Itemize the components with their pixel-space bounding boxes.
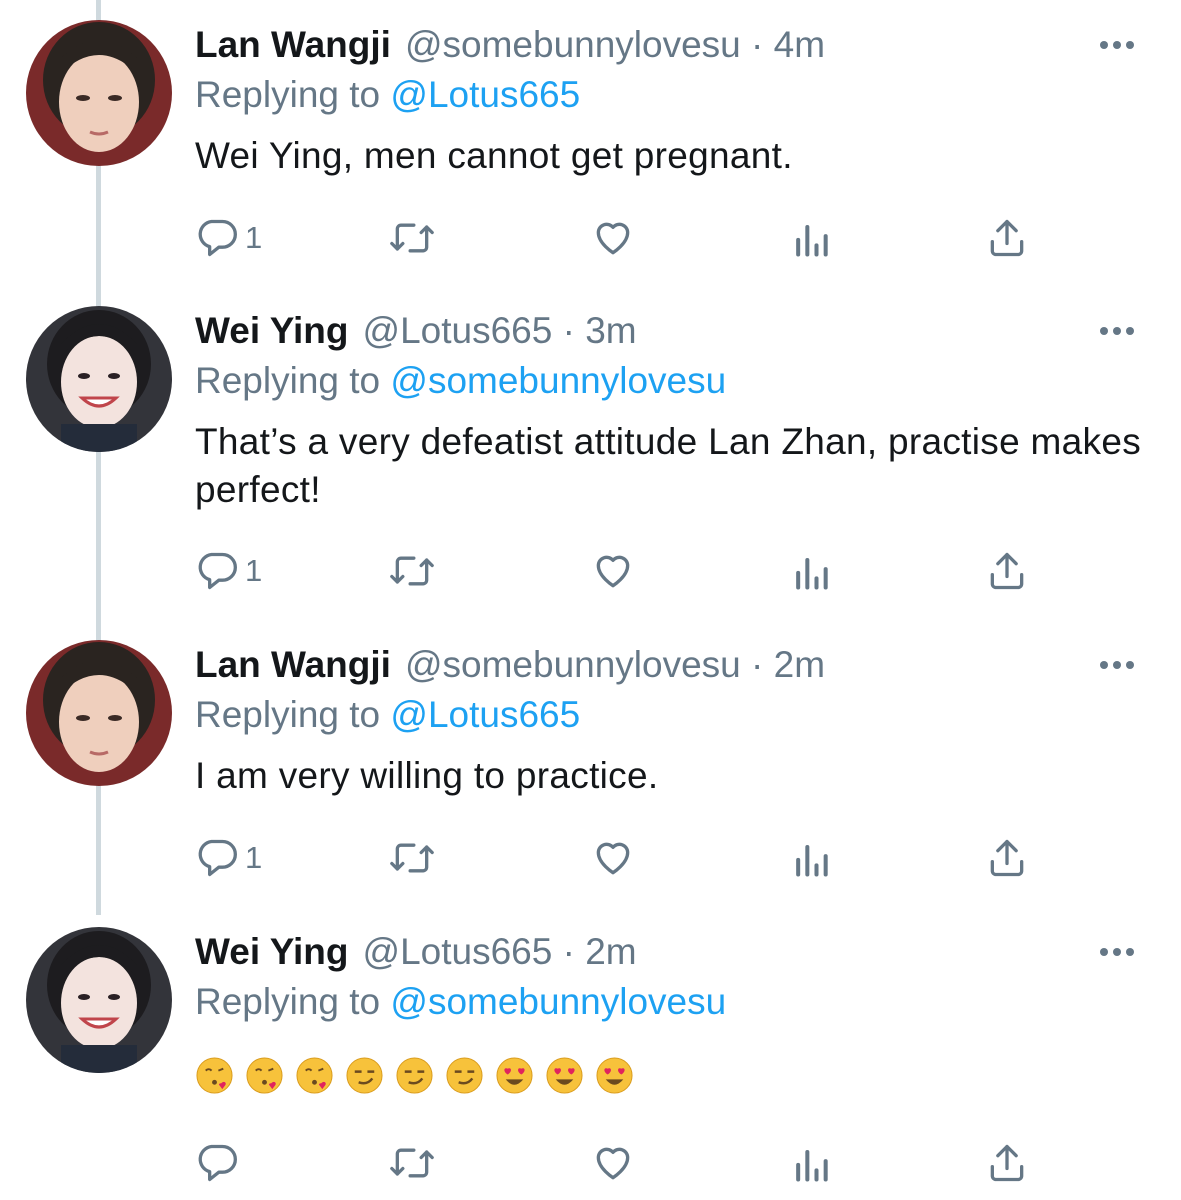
views-button[interactable] <box>791 213 831 263</box>
heart-icon <box>596 842 630 875</box>
replying-to: Replying to @Lotus665 <box>195 70 580 120</box>
replying-to: Replying to @somebunnylovesu <box>195 356 726 406</box>
reply-button[interactable]: 1 <box>195 546 262 596</box>
like-button[interactable] <box>590 1138 636 1188</box>
avatar[interactable] <box>26 927 172 1073</box>
share-button[interactable] <box>985 1138 1029 1188</box>
retweet-button[interactable] <box>387 213 437 263</box>
retweet-icon <box>390 843 434 873</box>
reply-count: 1 <box>245 553 263 588</box>
heart-icon <box>596 555 630 588</box>
smirking-face-icon <box>346 1057 383 1094</box>
handle-time[interactable]: @Lotus665 · 2m <box>363 931 637 972</box>
retweet-button[interactable] <box>387 833 437 883</box>
tweet-text: That’s a very defeatist attitude Lan Zha… <box>195 421 1142 510</box>
mention-link[interactable]: @Lotus665 <box>390 694 580 735</box>
avatar[interactable] <box>26 306 172 452</box>
views-button[interactable] <box>791 546 831 596</box>
display-name[interactable]: Lan Wangji <box>195 644 391 685</box>
smirking-face-icon <box>396 1057 433 1094</box>
mention-link[interactable]: @Lotus665 <box>390 74 580 115</box>
tweet-header: Wei Ying @Lotus665 · 2m <box>195 927 637 977</box>
like-button[interactable] <box>590 546 636 596</box>
mention-link[interactable]: @somebunnylovesu <box>390 360 726 401</box>
tweet-actions: 1 <box>195 213 1095 263</box>
more-icon[interactable] <box>1100 640 1134 690</box>
reply-count: 1 <box>245 220 263 255</box>
replying-prefix: Replying to <box>195 694 381 735</box>
replying-to: Replying to @Lotus665 <box>195 690 580 740</box>
retweet-button[interactable] <box>387 1138 437 1188</box>
heart-eyes-icon <box>496 1057 533 1094</box>
heart-eyes-icon <box>546 1057 583 1094</box>
tweet-actions: 1 <box>195 546 1095 596</box>
replying-to: Replying to @somebunnylovesu <box>195 977 726 1027</box>
share-button[interactable] <box>985 546 1029 596</box>
handle-time[interactable]: @somebunnylovesu · 2m <box>405 644 825 685</box>
handle-time[interactable]: @Lotus665 · 3m <box>363 310 637 351</box>
face-blowing-kiss-icon <box>246 1057 283 1094</box>
share-icon <box>990 1144 1024 1182</box>
views-icon <box>796 1149 828 1182</box>
reply-icon <box>198 219 237 257</box>
views-button[interactable] <box>791 833 831 883</box>
avatar[interactable] <box>26 20 172 166</box>
reply-icon <box>198 552 237 590</box>
handle-time[interactable]: @somebunnylovesu · 4m <box>405 24 825 65</box>
tweet-header: Wei Ying @Lotus665 · 3m <box>195 306 637 356</box>
reply-count: 1 <box>245 840 263 875</box>
retweet-icon <box>390 556 434 586</box>
retweet-icon <box>390 223 434 253</box>
views-button[interactable] <box>791 1138 831 1188</box>
tweet-header: Lan Wangji @somebunnylovesu · 4m <box>195 20 825 70</box>
display-name[interactable]: Wei Ying <box>195 931 349 972</box>
more-icon[interactable] <box>1100 306 1134 356</box>
retweet-icon <box>390 1148 434 1178</box>
emoji-row <box>195 1056 634 1095</box>
share-button[interactable] <box>985 213 1029 263</box>
share-icon <box>990 839 1024 877</box>
mention-link[interactable]: @somebunnylovesu <box>390 981 726 1022</box>
display-name[interactable]: Wei Ying <box>195 310 349 351</box>
heart-icon <box>596 222 630 255</box>
reply-button[interactable] <box>195 1138 245 1188</box>
share-icon <box>990 219 1024 257</box>
avatar[interactable] <box>26 640 172 786</box>
smirking-face-icon <box>446 1057 483 1094</box>
share-icon <box>990 552 1024 590</box>
display-name[interactable]: Lan Wangji <box>195 24 391 65</box>
face-blowing-kiss-icon <box>296 1057 333 1094</box>
heart-eyes-icon <box>596 1057 633 1094</box>
heart-icon <box>596 1147 630 1180</box>
tweet-actions: 1 <box>195 833 1095 883</box>
retweet-button[interactable] <box>387 546 437 596</box>
reply-icon <box>198 839 237 877</box>
tweet-header: Lan Wangji @somebunnylovesu · 2m <box>195 640 825 690</box>
replying-prefix: Replying to <box>195 74 381 115</box>
views-icon <box>796 844 828 877</box>
replying-prefix: Replying to <box>195 360 381 401</box>
share-button[interactable] <box>985 833 1029 883</box>
like-button[interactable] <box>590 833 636 883</box>
more-icon[interactable] <box>1100 927 1134 977</box>
views-icon <box>796 224 828 257</box>
reply-button[interactable]: 1 <box>195 213 262 263</box>
views-icon <box>796 557 828 590</box>
tweet-text: Wei Ying, men cannot get pregnant. <box>195 135 793 176</box>
tweet-actions <box>195 1138 1095 1188</box>
reply-button[interactable]: 1 <box>195 833 262 883</box>
face-blowing-kiss-icon <box>196 1057 233 1094</box>
replying-prefix: Replying to <box>195 981 381 1022</box>
like-button[interactable] <box>590 213 636 263</box>
reply-icon <box>198 1144 237 1182</box>
tweet-text: I am very willing to practice. <box>195 755 659 796</box>
more-icon[interactable] <box>1100 20 1134 70</box>
